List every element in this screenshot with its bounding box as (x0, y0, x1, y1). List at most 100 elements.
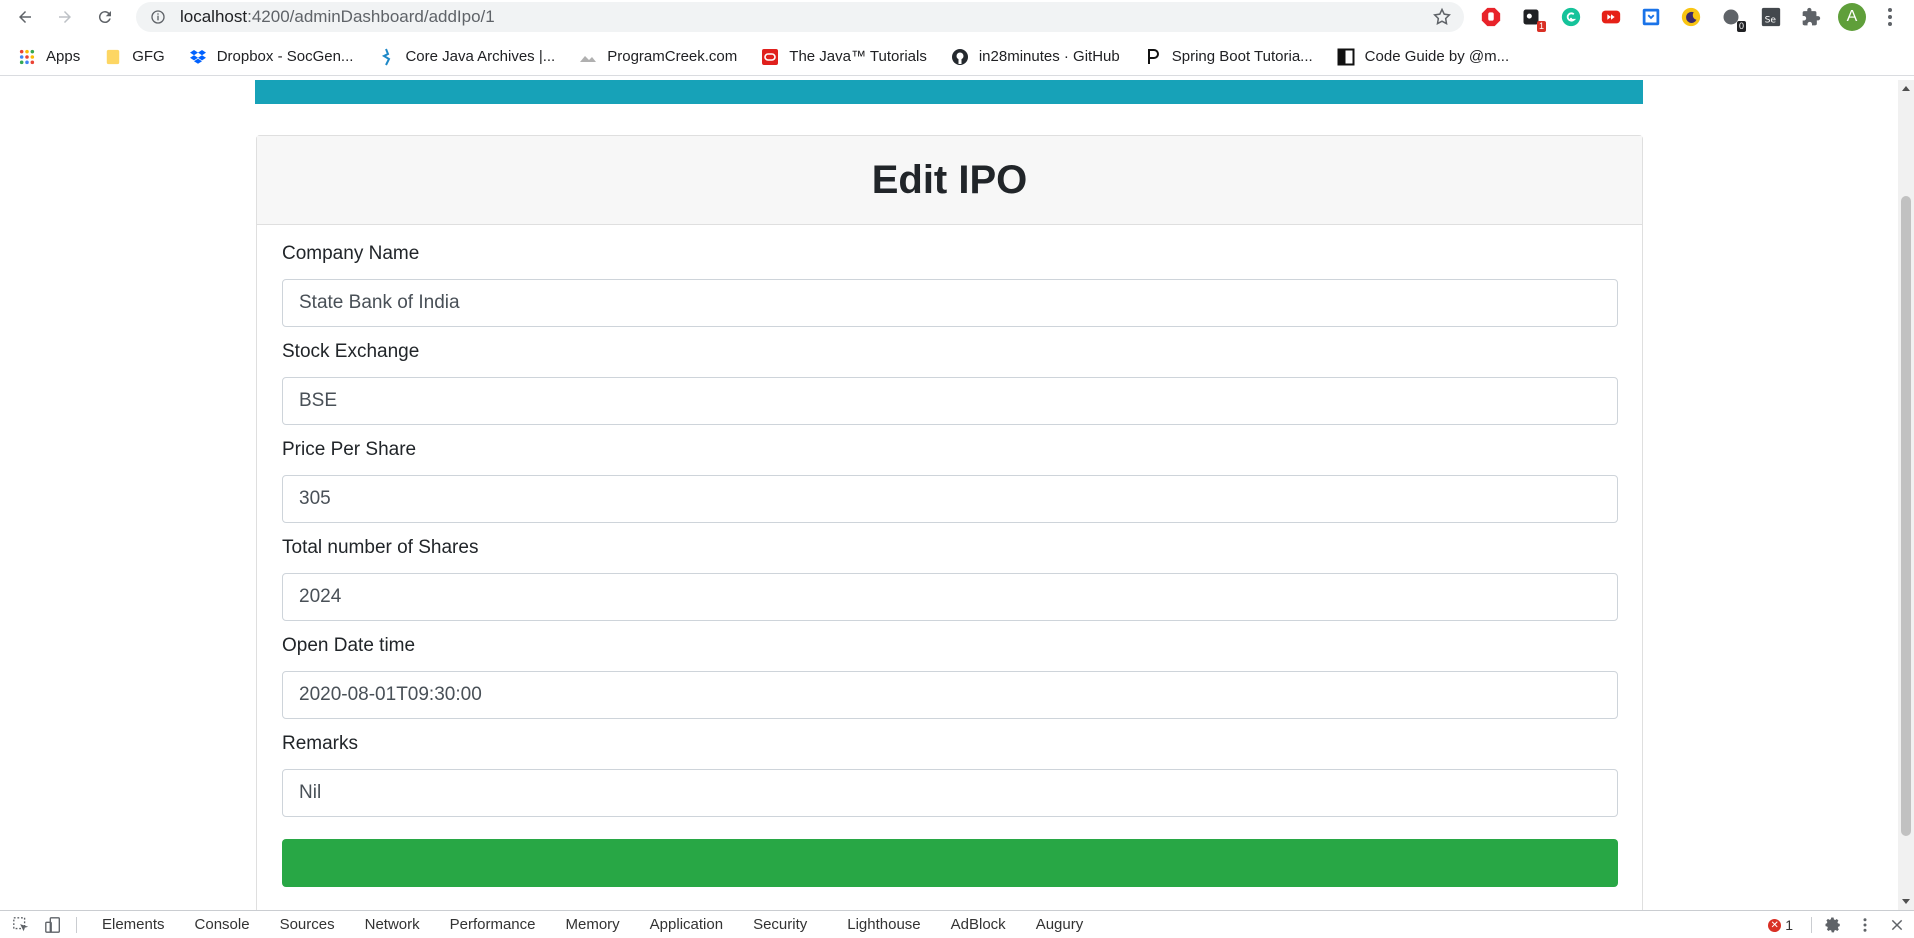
back-button[interactable] (10, 2, 40, 32)
devtools-divider (76, 916, 77, 933)
notification-badge: 1 (1536, 21, 1546, 32)
download-box-icon (1642, 8, 1660, 26)
devtools-tab-elements[interactable]: Elements (87, 916, 180, 933)
total-shares-group: Total number of Shares (282, 537, 1618, 621)
devtools-tab-lighthouse[interactable]: Lighthouse (832, 916, 935, 933)
counter-extension[interactable]: 0 (1718, 4, 1746, 32)
youtube-extension[interactable] (1598, 4, 1624, 30)
profile-avatar[interactable]: A (1838, 3, 1866, 31)
open-date-input[interactable] (282, 671, 1618, 719)
devtools-tab-security[interactable]: Security (738, 916, 822, 933)
devtools-right-controls: ✕ 1 (1768, 911, 1914, 938)
grammarly-icon (1561, 7, 1581, 27)
java-archive-icon (377, 48, 395, 66)
arrow-right-icon (59, 11, 71, 23)
arrow-left-icon (19, 11, 31, 23)
puzzle-icon (1802, 7, 1821, 26)
devtools-menu-button[interactable] (1854, 914, 1876, 936)
bookmark-java-tutorials[interactable]: The Java™ Tutorials (761, 48, 927, 66)
half-square-icon (1337, 48, 1355, 66)
devtools-tab-performance[interactable]: Performance (435, 916, 551, 933)
bookmark-label: Core Java Archives |... (405, 48, 556, 65)
device-icon (45, 916, 60, 933)
play-icon (1601, 10, 1621, 24)
selenium-icon: Se (1761, 7, 1781, 27)
bookmarks-bar: Apps GFG Dropbox - SocGen... Core Java A… (0, 38, 1914, 76)
notification-extension[interactable]: 1 (1518, 4, 1546, 32)
device-toolbar-button[interactable] (42, 914, 64, 936)
edit-ipo-card: Edit IPO Company Name Stock Exchange Pri… (256, 135, 1643, 910)
save-extension[interactable] (1638, 4, 1664, 30)
adblock-extension[interactable] (1478, 4, 1504, 30)
browser-menu-button[interactable] (1880, 4, 1900, 30)
devtools-close-button[interactable] (1886, 914, 1908, 936)
moon-extension[interactable] (1678, 4, 1704, 30)
bookmark-in28minutes[interactable]: in28minutes · GitHub (951, 48, 1120, 66)
scroll-down-arrow-icon[interactable] (1902, 899, 1910, 904)
apps-grid-icon (18, 48, 36, 66)
error-count: 1 (1785, 917, 1793, 933)
url-text: localhost:4200/adminDashboard/addIpo/1 (180, 7, 495, 27)
price-per-share-input[interactable] (282, 475, 1618, 523)
page-viewport: Edit IPO Company Name Stock Exchange Pri… (0, 80, 1898, 910)
error-counter[interactable]: ✕ 1 (1768, 917, 1793, 933)
bookmark-label: GFG (132, 48, 165, 65)
browser-toolbar: localhost:4200/adminDashboard/addIpo/1 1 (0, 0, 1914, 34)
devtools-settings-button[interactable] (1822, 914, 1844, 936)
bookmark-programcreek[interactable]: ProgramCreek.com (579, 48, 737, 66)
svg-text:Se: Se (1765, 15, 1777, 26)
open-date-label: Open Date time (282, 635, 416, 656)
devtools-tab-console[interactable]: Console (180, 916, 265, 933)
bookmark-label: Code Guide by @m... (1364, 48, 1510, 65)
bookmark-core-java[interactable]: Core Java Archives |... (377, 48, 555, 66)
remarks-label: Remarks (282, 733, 359, 754)
company-name-input[interactable] (282, 279, 1618, 327)
stock-exchange-group: Stock Exchange (282, 341, 1618, 425)
bookmark-label: Dropbox - SocGen... (216, 48, 354, 65)
company-name-group: Company Name (282, 243, 1618, 327)
remarks-input[interactable] (282, 769, 1618, 817)
stock-exchange-input[interactable] (282, 377, 1618, 425)
total-shares-input[interactable] (282, 573, 1618, 621)
devtools-tab-sources[interactable]: Sources (265, 916, 350, 933)
scrollbar-thumb[interactable] (1901, 196, 1911, 836)
forward-button[interactable] (50, 2, 80, 32)
bookmark-gfg[interactable]: GFG (104, 48, 165, 66)
github-icon (951, 48, 969, 66)
bookmark-star-icon[interactable] (1432, 7, 1452, 27)
browser-window: localhost:4200/adminDashboard/addIpo/1 1 (0, 0, 1914, 938)
bookmark-label: in28minutes · GitHub (978, 48, 1120, 65)
scroll-up-arrow-icon[interactable] (1902, 86, 1910, 91)
bookmark-code-guide[interactable]: Code Guide by @m... (1337, 48, 1509, 66)
oracle-icon (761, 48, 779, 66)
bookmark-spring-boot[interactable]: Spring Boot Tutoria... (1144, 48, 1313, 66)
devtools-tabbar: Elements Console Sources Network Perform… (0, 910, 1914, 938)
address-bar[interactable]: localhost:4200/adminDashboard/addIpo/1 (136, 2, 1464, 32)
moon-icon (1681, 7, 1701, 27)
p-letter-icon (1144, 48, 1162, 66)
devtools-tab-application[interactable]: Application (635, 916, 738, 933)
open-date-group: Open Date time (282, 635, 1618, 719)
price-per-share-group: Price Per Share (282, 439, 1618, 523)
inspect-element-button[interactable] (10, 914, 32, 936)
bookmark-label: The Java™ Tutorials (789, 48, 927, 65)
url-path: :4200/adminDashboard/addIpo/1 (247, 7, 495, 26)
stop-hand-icon (1481, 7, 1501, 27)
grammarly-extension[interactable] (1558, 4, 1584, 30)
bookmark-dropbox[interactable]: Dropbox - SocGen... (189, 48, 354, 66)
devtools-tab-adblock[interactable]: AdBlock (936, 916, 1021, 933)
devtools-divider (1811, 917, 1812, 933)
reload-icon (98, 11, 111, 24)
info-icon[interactable] (150, 9, 166, 25)
page-title: Edit IPO (871, 157, 1028, 202)
submit-button[interactable] (282, 839, 1618, 887)
extensions-button[interactable] (1798, 4, 1824, 30)
devtools-tab-augury[interactable]: Augury (1021, 916, 1099, 933)
devtools-tab-memory[interactable]: Memory (551, 916, 635, 933)
page-scrollbar[interactable] (1898, 80, 1914, 910)
reload-button[interactable] (90, 2, 120, 32)
devtools-tab-network[interactable]: Network (350, 916, 435, 933)
selenium-extension[interactable]: Se (1758, 4, 1784, 30)
dropbox-icon (189, 48, 207, 66)
bookmark-apps[interactable]: Apps (18, 48, 80, 66)
